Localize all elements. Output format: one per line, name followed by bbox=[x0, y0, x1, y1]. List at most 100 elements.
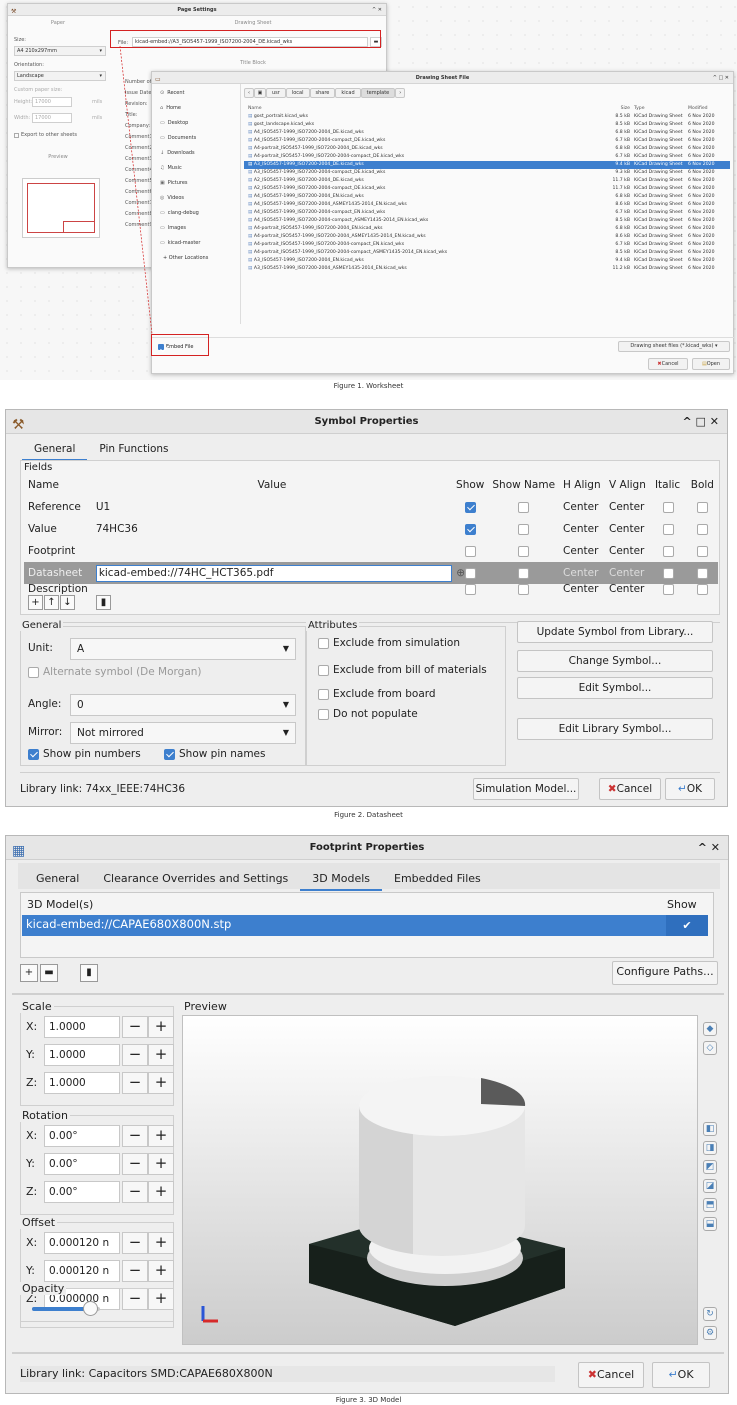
move-up-button[interactable]: ↑ bbox=[44, 595, 59, 610]
plus-button[interactable]: + bbox=[148, 1072, 174, 1094]
field-bold[interactable] bbox=[687, 584, 718, 595]
attribute-checkbox[interactable]: Exclude from simulation bbox=[318, 637, 460, 649]
show-name-checkbox[interactable] bbox=[518, 501, 530, 513]
show-name-checkbox[interactable] bbox=[518, 584, 530, 595]
field-row[interactable]: Description Center Center bbox=[24, 584, 718, 595]
field-italic[interactable] bbox=[651, 496, 687, 518]
alternate-symbol-checkbox[interactable]: Alternate symbol (De Morgan) bbox=[28, 666, 202, 678]
datasheet-value-input[interactable]: kicad-embed://74HC_HCT365.pdf ⊕ bbox=[95, 564, 465, 582]
field-value[interactable]: kicad-embed://74HC_HCT365.pdf ⊕ bbox=[92, 562, 465, 584]
minus-button[interactable]: − bbox=[122, 1181, 148, 1203]
view-wireframe-icon[interactable]: ◇ bbox=[703, 1041, 717, 1055]
edit-symbol-button[interactable]: Edit Symbol... bbox=[517, 677, 713, 699]
minus-button[interactable]: − bbox=[122, 1016, 148, 1038]
mirror-select[interactable]: Not mirrored ▼ bbox=[70, 722, 296, 744]
trash-icon[interactable]: ▮ bbox=[96, 595, 111, 610]
window-controls[interactable]: ^ □ ✕ bbox=[683, 410, 720, 434]
field-bold[interactable] bbox=[687, 540, 718, 562]
italic-checkbox[interactable] bbox=[663, 567, 675, 579]
field-h-align[interactable]: Center bbox=[559, 584, 605, 595]
show-checkbox[interactable] bbox=[464, 523, 476, 535]
field-value[interactable] bbox=[92, 584, 452, 595]
rotation-input[interactable]: 0.00° bbox=[44, 1153, 120, 1175]
field-show[interactable] bbox=[452, 540, 488, 562]
plus-button[interactable]: + bbox=[148, 1125, 174, 1147]
minus-button[interactable]: − bbox=[122, 1232, 148, 1254]
show-checkbox[interactable] bbox=[464, 567, 476, 579]
show-check-icon[interactable]: ✔ bbox=[666, 915, 708, 936]
field-v-align[interactable]: Center bbox=[605, 540, 651, 562]
tab-clearance[interactable]: Clearance Overrides and Settings bbox=[91, 866, 300, 891]
field-show[interactable] bbox=[452, 584, 488, 595]
italic-checkbox[interactable] bbox=[663, 584, 675, 595]
field-show-name[interactable] bbox=[488, 540, 559, 562]
window-controls[interactable]: ^ ✕ bbox=[698, 836, 720, 860]
globe-icon[interactable]: ⊕ bbox=[456, 566, 465, 581]
plus-button[interactable]: + bbox=[148, 1260, 174, 1282]
field-value[interactable]: 74HC36 bbox=[92, 518, 452, 540]
tab-embedded-files[interactable]: Embedded Files bbox=[382, 866, 493, 891]
bold-checkbox[interactable] bbox=[696, 501, 708, 513]
ok-button[interactable]: ↵OK bbox=[652, 1362, 710, 1388]
trash-icon[interactable]: ▮ bbox=[80, 964, 98, 982]
field-italic[interactable] bbox=[651, 562, 687, 584]
field-v-align[interactable]: Center bbox=[605, 518, 651, 540]
field-show[interactable] bbox=[452, 496, 488, 518]
italic-checkbox[interactable] bbox=[663, 501, 675, 513]
field-v-align[interactable]: Center bbox=[605, 584, 651, 595]
view-shaded-icon[interactable]: ◆ bbox=[703, 1022, 717, 1036]
view-top-icon[interactable]: ⬒ bbox=[703, 1198, 717, 1212]
tab-general[interactable]: General bbox=[24, 866, 91, 891]
field-h-align[interactable]: Center bbox=[559, 540, 605, 562]
field-v-align[interactable]: Center bbox=[605, 496, 651, 518]
field-bold[interactable] bbox=[687, 562, 718, 584]
field-italic[interactable] bbox=[651, 584, 687, 595]
update-symbol-button[interactable]: Update Symbol from Library... bbox=[517, 621, 713, 643]
field-h-align[interactable]: Center bbox=[559, 496, 605, 518]
plus-button[interactable]: + bbox=[148, 1232, 174, 1254]
field-show-name[interactable] bbox=[488, 562, 559, 584]
tab-3d-models[interactable]: 3D Models bbox=[300, 866, 383, 891]
field-bold[interactable] bbox=[687, 518, 718, 540]
scale-input[interactable]: 1.0000 bbox=[44, 1072, 120, 1094]
field-show-name[interactable] bbox=[488, 518, 559, 540]
cancel-button[interactable]: ✖Cancel bbox=[578, 1362, 644, 1388]
italic-checkbox[interactable] bbox=[663, 523, 675, 535]
view-right-icon[interactable]: ◪ bbox=[703, 1179, 717, 1193]
italic-checkbox[interactable] bbox=[663, 545, 675, 557]
field-row[interactable]: Value 74HC36 Center Center bbox=[24, 518, 718, 540]
field-h-align[interactable]: Center bbox=[559, 562, 605, 584]
offset-input[interactable]: 0.000120 n bbox=[44, 1260, 120, 1282]
minus-button[interactable]: − bbox=[122, 1153, 148, 1175]
field-v-align[interactable]: Center bbox=[605, 562, 651, 584]
add-model-button[interactable]: + bbox=[20, 964, 38, 982]
opacity-slider-handle[interactable] bbox=[82, 1301, 98, 1316]
attribute-checkbox[interactable]: Exclude from bill of materials bbox=[318, 664, 487, 676]
opacity-slider[interactable] bbox=[32, 1301, 100, 1316]
move-down-button[interactable]: ↓ bbox=[60, 595, 75, 610]
minus-button[interactable]: − bbox=[122, 1044, 148, 1066]
field-show[interactable] bbox=[452, 518, 488, 540]
offset-input[interactable]: 0.000120 n bbox=[44, 1232, 120, 1254]
ok-button[interactable]: ↵OK bbox=[665, 778, 715, 800]
edit-library-symbol-button[interactable]: Edit Library Symbol... bbox=[517, 718, 713, 740]
plus-button[interactable]: + bbox=[148, 1181, 174, 1203]
show-name-checkbox[interactable] bbox=[518, 567, 530, 579]
configure-paths-button[interactable]: Configure Paths... bbox=[612, 961, 718, 985]
field-row[interactable]: Datasheet kicad-embed://74HC_HCT365.pdf ⊕ C… bbox=[24, 562, 718, 584]
show-pin-numbers-checkbox[interactable]: Show pin numbers bbox=[28, 748, 141, 760]
field-row[interactable]: Reference U1 Center Center bbox=[24, 496, 718, 518]
model-row[interactable]: kicad-embed://CAPAE680X800N.stp ✔ bbox=[22, 915, 708, 936]
minus-button[interactable]: − bbox=[122, 1260, 148, 1282]
simulation-model-button[interactable]: Simulation Model... bbox=[473, 778, 579, 800]
settings-icon[interactable]: ⚙ bbox=[703, 1326, 717, 1340]
show-checkbox[interactable] bbox=[464, 545, 476, 557]
tab-pin-functions[interactable]: Pin Functions bbox=[87, 437, 180, 461]
folder-icon[interactable]: ▬ bbox=[40, 964, 58, 982]
show-name-checkbox[interactable] bbox=[518, 545, 530, 557]
unit-select[interactable]: A ▼ bbox=[70, 638, 296, 660]
angle-select[interactable]: 0 ▼ bbox=[70, 694, 296, 716]
show-checkbox[interactable] bbox=[464, 584, 476, 595]
attribute-checkbox[interactable]: Do not populate bbox=[318, 708, 418, 720]
plus-button[interactable]: + bbox=[148, 1153, 174, 1175]
